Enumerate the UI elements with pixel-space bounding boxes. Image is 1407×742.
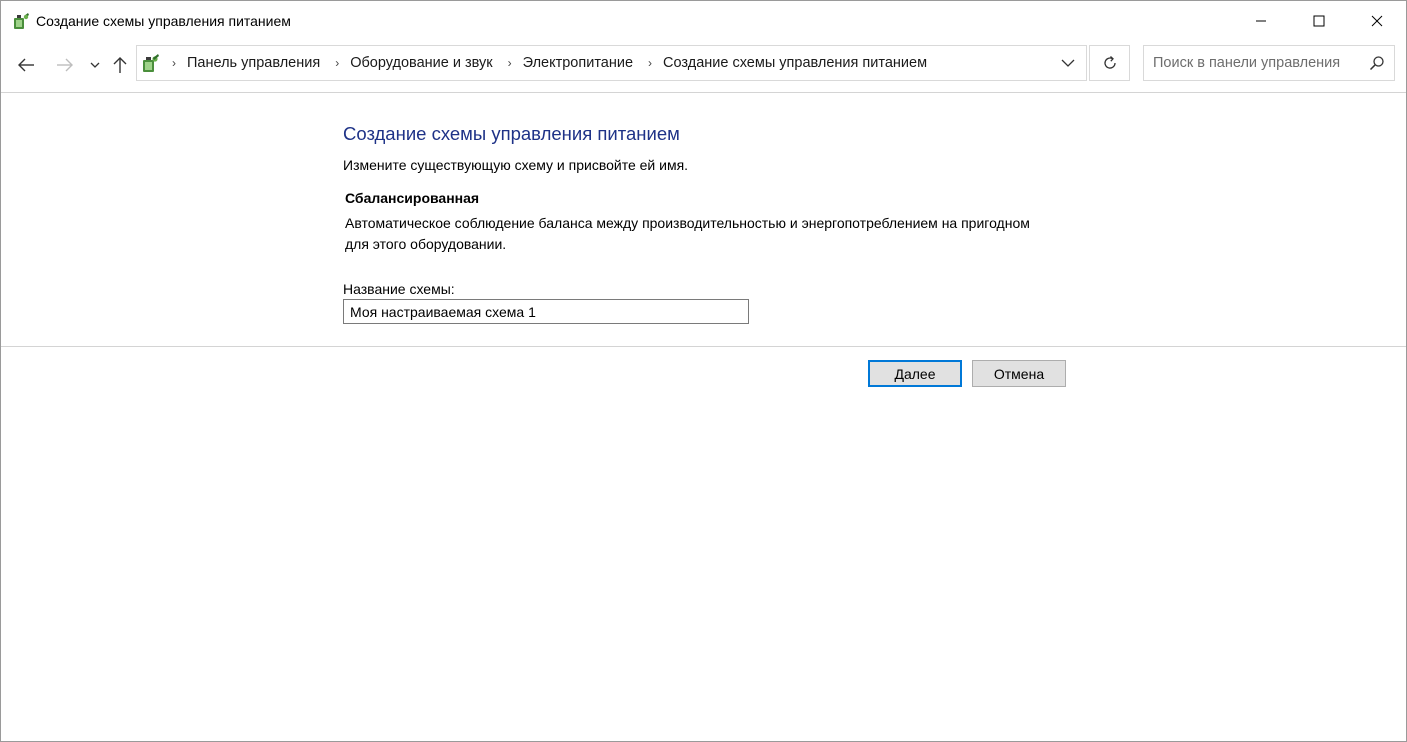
minimize-icon bbox=[1256, 20, 1266, 22]
search-icon[interactable] bbox=[1369, 55, 1385, 71]
forward-button[interactable] bbox=[53, 51, 77, 79]
breadcrumb-item-current[interactable]: Создание схемы управления питанием bbox=[663, 55, 927, 71]
page-title: Создание схемы управления питанием bbox=[343, 123, 680, 144]
chevron-down-icon[interactable] bbox=[1060, 56, 1076, 70]
arrow-left-icon bbox=[18, 58, 34, 72]
arrow-up-icon bbox=[113, 57, 127, 73]
page-subtitle: Измените существующую схему и присвойте … bbox=[343, 157, 689, 173]
chevron-right-icon: › bbox=[172, 56, 176, 70]
title-bar[interactable]: Создание схемы управления питанием bbox=[1, 1, 1406, 41]
breadcrumb-item[interactable]: Оборудование и звук bbox=[350, 55, 492, 71]
divider bbox=[1, 92, 1406, 93]
up-button[interactable] bbox=[109, 51, 131, 79]
close-button[interactable] bbox=[1348, 1, 1406, 41]
chevron-right-icon[interactable]: › bbox=[641, 56, 659, 70]
cancel-button[interactable]: Отмена bbox=[972, 360, 1066, 387]
plan-description: Автоматическое соблюдение баланса между … bbox=[345, 215, 1030, 252]
window: Создание схемы управления питанием › Пан… bbox=[0, 0, 1407, 742]
arrow-right-icon bbox=[57, 58, 73, 72]
chevron-right-icon[interactable]: › bbox=[501, 56, 519, 70]
maximize-icon bbox=[1313, 15, 1325, 27]
plan-name-label: Название схемы: bbox=[343, 281, 455, 297]
plan-name-input[interactable] bbox=[343, 299, 749, 324]
recent-locations-button[interactable] bbox=[87, 51, 103, 79]
chevron-down-icon bbox=[90, 62, 100, 68]
plan-name: Сбалансированная bbox=[345, 190, 480, 206]
address-bar[interactable]: › Панель управления › Оборудование и зву… bbox=[136, 45, 1087, 81]
chevron-right-icon[interactable]: › bbox=[328, 56, 346, 70]
next-button[interactable]: Далее bbox=[868, 360, 962, 387]
refresh-icon bbox=[1103, 56, 1116, 69]
divider bbox=[1, 346, 1406, 347]
navigation-bar: › Панель управления › Оборудование и зву… bbox=[1, 41, 1406, 89]
minimize-button[interactable] bbox=[1232, 1, 1290, 41]
search-box[interactable]: Поиск в панели управления bbox=[1143, 45, 1395, 81]
back-button[interactable] bbox=[13, 51, 39, 79]
search-input[interactable]: Поиск в панели управления bbox=[1153, 55, 1340, 71]
close-icon bbox=[1371, 15, 1383, 27]
breadcrumb: › Панель управления › Оборудование и зву… bbox=[165, 46, 935, 80]
breadcrumb-item[interactable]: Электропитание bbox=[523, 55, 633, 71]
refresh-button[interactable] bbox=[1089, 45, 1130, 81]
window-title: Создание схемы управления питанием bbox=[36, 13, 291, 29]
power-options-icon bbox=[143, 54, 159, 72]
breadcrumb-item[interactable]: Панель управления bbox=[187, 55, 320, 71]
maximize-button[interactable] bbox=[1290, 1, 1348, 41]
power-options-icon bbox=[14, 13, 29, 29]
